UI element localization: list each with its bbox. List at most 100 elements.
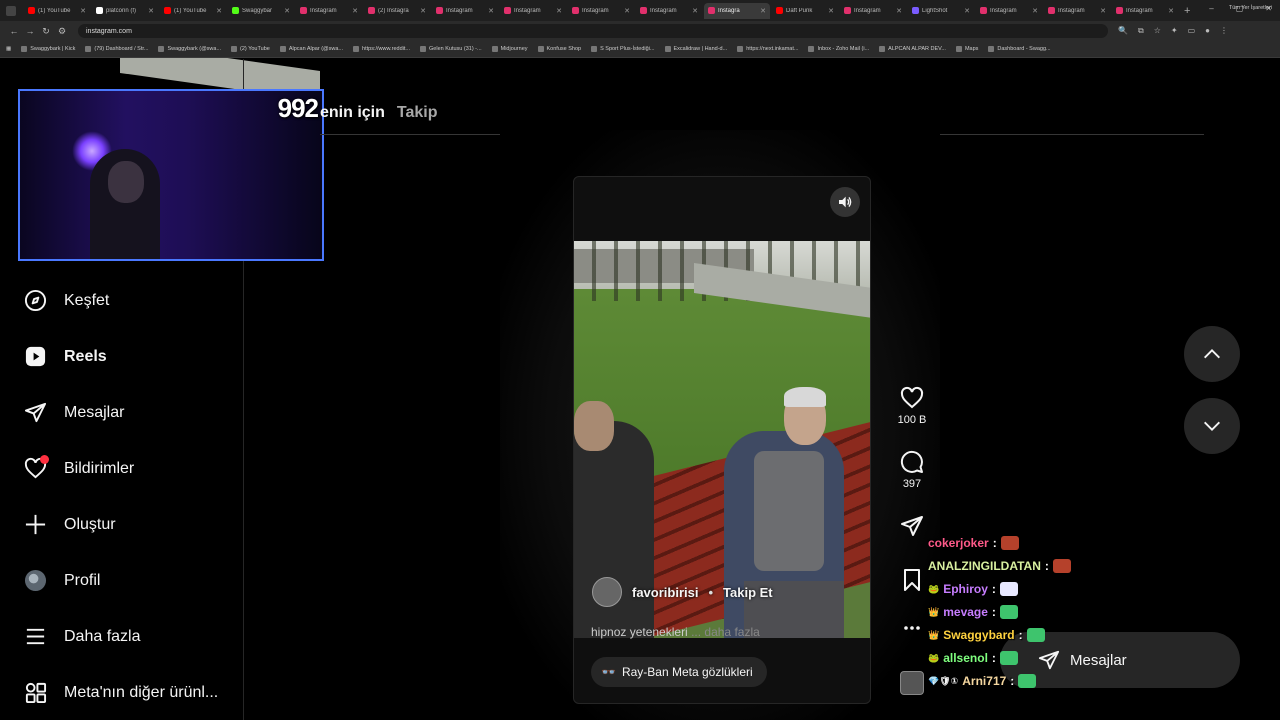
tab-close-icon[interactable]: ✕: [216, 7, 222, 15]
bookmark-item[interactable]: S Sport Plus-İstediği...: [591, 46, 655, 52]
send-icon[interactable]: [900, 514, 924, 538]
tab-close-icon[interactable]: ✕: [284, 7, 290, 15]
more-action[interactable]: [896, 622, 928, 634]
bookmark-item[interactable]: Midjourney: [491, 46, 528, 52]
sidebar-item-meta-products[interactable]: Meta'nın diğer ürünl...: [24, 681, 218, 704]
bookmark-item[interactable]: Dashboard - Swagg...: [988, 46, 1051, 52]
author-avatar[interactable]: [592, 577, 622, 607]
back-icon[interactable]: ←: [6, 26, 22, 36]
tab-close-icon[interactable]: ✕: [828, 7, 834, 15]
all-bookmarks-link[interactable]: Tüm Yer İşaretleri: [1229, 5, 1272, 11]
browser-menu-icon[interactable]: ⋮: [1220, 26, 1228, 36]
cast-icon[interactable]: ⧉: [1138, 26, 1144, 36]
extensions-icon[interactable]: ✦: [1171, 26, 1178, 36]
tab-close-icon[interactable]: ✕: [148, 7, 154, 15]
volume-button[interactable]: [830, 187, 860, 217]
browser-tab[interactable]: Instagram ✕: [500, 3, 566, 19]
reload-icon[interactable]: ↻: [38, 26, 54, 37]
tab-close-icon[interactable]: ✕: [964, 7, 970, 15]
bookmark-label: Alpcan Alpar (@swa...: [288, 46, 344, 52]
chat-emote-icon: [1052, 559, 1071, 573]
previous-reel-button[interactable]: [1184, 326, 1240, 382]
browser-tab[interactable]: Instagra ✕: [704, 2, 770, 19]
browser-tab[interactable]: platconn (f) ✕: [92, 3, 158, 19]
sidebar-item-more[interactable]: Daha fazla: [24, 625, 141, 648]
browser-tab[interactable]: Instagram ✕: [1112, 3, 1178, 19]
save-action[interactable]: [896, 568, 928, 592]
bookmark-item[interactable]: (2) YouTube: [231, 46, 270, 52]
bookmark-item[interactable]: https://www.reddit...: [353, 46, 410, 52]
tab-close-icon[interactable]: ✕: [352, 7, 358, 15]
minimize-icon[interactable]: –: [1209, 4, 1213, 13]
bookmark-item[interactable]: Inbox - Zoho Mail (i...: [808, 46, 869, 52]
author-username[interactable]: favoribirisi: [632, 585, 698, 600]
heart-icon[interactable]: [900, 386, 924, 410]
tab-close-icon[interactable]: ✕: [1168, 7, 1174, 15]
reel-card[interactable]: favoribirisi • Takip Et hipnoz yetenekle…: [573, 176, 871, 704]
tab-close-icon[interactable]: ✕: [692, 7, 698, 15]
new-tab-icon[interactable]: +: [1184, 5, 1190, 17]
tab-close-icon[interactable]: ✕: [624, 7, 630, 15]
tab-for-you[interactable]: enin için: [320, 104, 385, 122]
browser-tab[interactable]: (1) YouTube ✕: [160, 3, 226, 19]
browser-tab[interactable]: Instagram ✕: [432, 3, 498, 19]
browser-tab[interactable]: Instagram ✕: [840, 3, 906, 19]
browser-tab[interactable]: (1) YouTube ✕: [24, 3, 90, 19]
profile-icon[interactable]: ●: [1205, 26, 1210, 36]
product-tag-pill[interactable]: 👓 Ray-Ban Meta gözlükleri: [591, 657, 767, 687]
sidebar-item-reels[interactable]: Reels: [24, 345, 107, 368]
browser-tab[interactable]: (2) Instagra ✕: [364, 3, 430, 19]
bookmark-item[interactable]: Swaggybark (@swa...: [158, 46, 221, 52]
browser-tab[interactable]: Instagram ✕: [296, 3, 362, 19]
browser-tab[interactable]: Instagram ✕: [636, 3, 702, 19]
sidebar-item-explore[interactable]: Keşfet: [24, 289, 109, 312]
bookmark-item[interactable]: Swaggybark | Kick: [21, 46, 75, 52]
tab-close-icon[interactable]: ✕: [420, 7, 426, 15]
share-action[interactable]: [896, 514, 928, 538]
tab-search-icon[interactable]: [6, 5, 16, 16]
caption-more[interactable]: ... daha fazla: [691, 625, 760, 639]
sidebar-item-create[interactable]: Oluştur: [24, 513, 116, 536]
bookmark-item[interactable]: https://next.inkamat...: [737, 46, 798, 52]
like-action[interactable]: 100 B: [896, 386, 928, 426]
comment-action[interactable]: 397: [896, 450, 928, 490]
tab-following[interactable]: Takip: [397, 104, 438, 122]
browser-tab[interactable]: Instagram ✕: [568, 3, 634, 19]
site-info-icon[interactable]: ⚙: [54, 26, 70, 37]
bookmark-item[interactable]: Excalidraw | Hand-d...: [664, 46, 727, 52]
bookmark-item[interactable]: Alpcan Alpar (@swa...: [279, 46, 344, 52]
tab-close-icon[interactable]: ✕: [896, 7, 902, 15]
browser-tab[interactable]: Swaggybar ✕: [228, 3, 294, 19]
browser-tab[interactable]: Daft Punk ✕: [772, 3, 838, 19]
bookmark-item[interactable]: Konfuse Shop: [537, 46, 581, 52]
url-input[interactable]: instagram.com/reels/DRP5dC5jHUJ/: [78, 24, 1108, 102]
forward-icon[interactable]: →: [22, 26, 38, 36]
sidebar-item-profile[interactable]: Profil: [24, 569, 100, 592]
reel-caption[interactable]: hipnoz yetenekleri ... daha fazla: [591, 625, 760, 639]
more-dots-icon[interactable]: [900, 622, 924, 634]
tab-close-icon[interactable]: ✕: [556, 7, 562, 15]
bookmark-icon[interactable]: [900, 568, 924, 592]
zoom-icon[interactable]: 🔍: [1118, 26, 1128, 36]
tab-favicon-icon: [96, 7, 103, 14]
browser-tab[interactable]: LightShot ✕: [908, 3, 974, 19]
next-reel-button[interactable]: [1184, 398, 1240, 454]
bookmark-item[interactable]: (79) Dashboard / Str...: [85, 46, 148, 52]
tab-close-icon[interactable]: ✕: [1032, 7, 1038, 15]
browser-tab[interactable]: Instagram ✕: [1044, 3, 1110, 19]
tab-close-icon[interactable]: ✕: [760, 7, 766, 15]
sidepanel-icon[interactable]: ▭: [1188, 26, 1196, 36]
tab-close-icon[interactable]: ✕: [1100, 7, 1106, 15]
apps-grid-icon[interactable]: ▦: [6, 46, 11, 52]
browser-tab[interactable]: Instagram ✕: [976, 3, 1042, 19]
follow-button[interactable]: Takip Et: [723, 585, 773, 600]
bookmark-item[interactable]: Gelen Kutusu (31) -...: [420, 46, 482, 52]
tab-close-icon[interactable]: ✕: [80, 7, 86, 15]
bookmark-star-icon[interactable]: ☆: [1154, 26, 1161, 36]
tab-close-icon[interactable]: ✕: [488, 7, 494, 15]
comment-icon[interactable]: [900, 450, 924, 474]
bookmark-item[interactable]: Maps: [955, 46, 978, 52]
sidebar-item-messages[interactable]: Mesajlar: [24, 401, 124, 424]
bookmark-item[interactable]: ALPCAN ALPAR DEV...: [879, 46, 946, 52]
sidebar-item-notifications[interactable]: Bildirimler: [24, 455, 134, 480]
